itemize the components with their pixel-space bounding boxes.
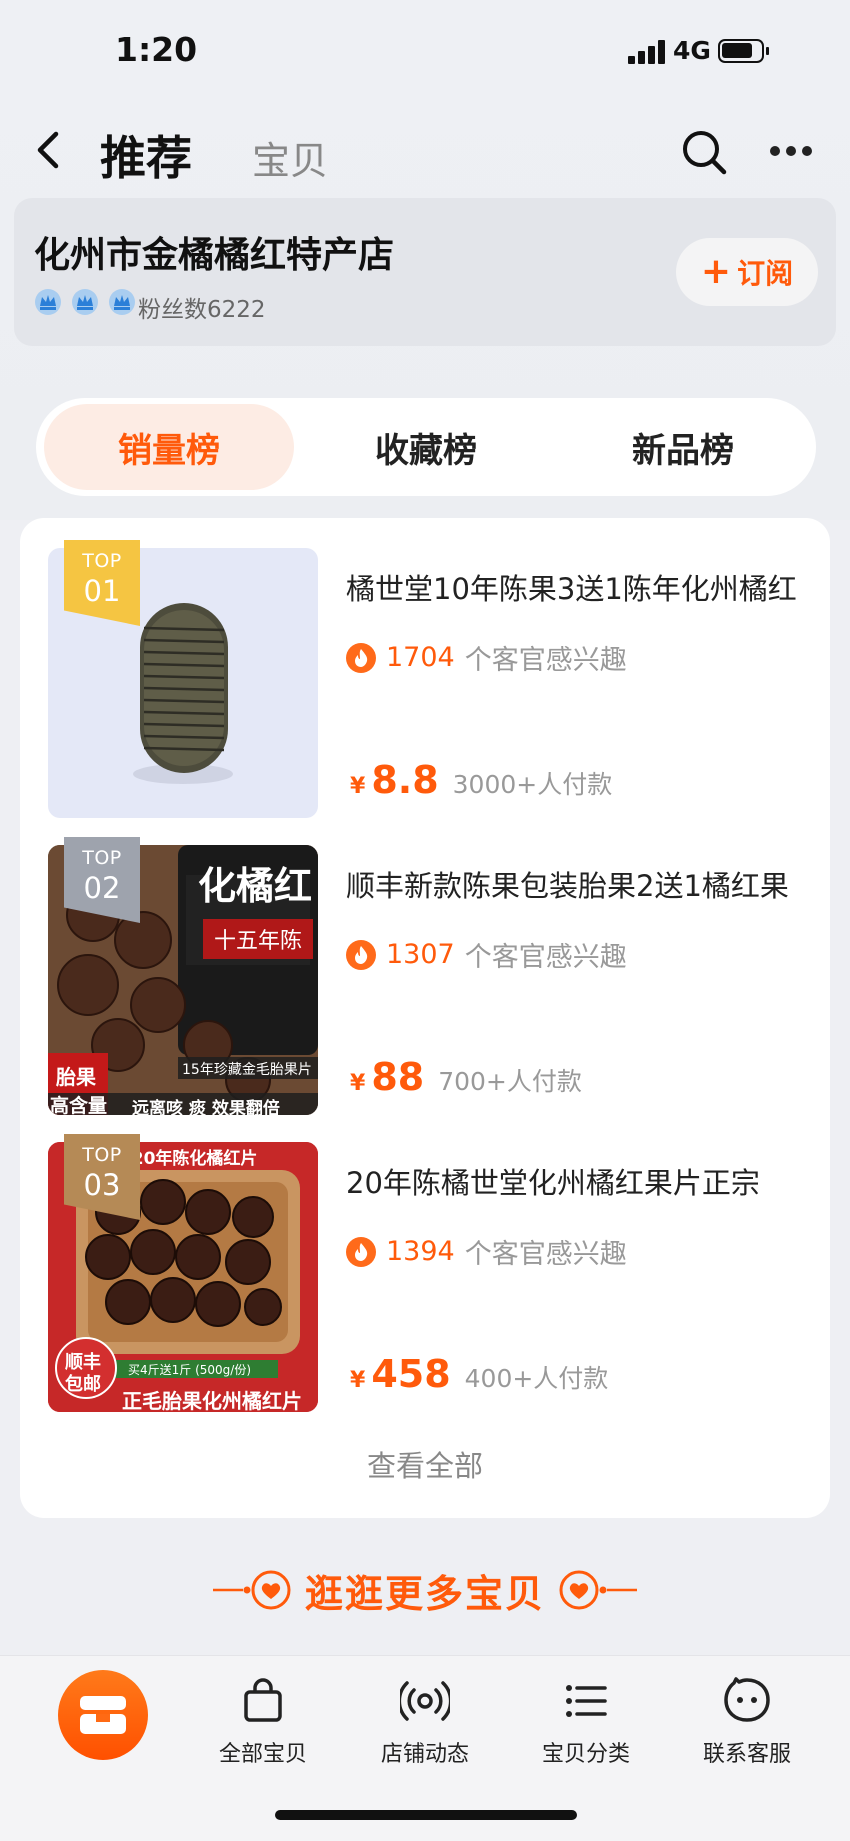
network-label: 4G (673, 36, 711, 65)
list-icon (566, 1685, 607, 1717)
bag-icon (244, 1678, 282, 1722)
currency-symbol: ¥ (350, 774, 366, 799)
price: 88 (371, 1055, 425, 1099)
tab-sales-rank[interactable]: 销量榜 (44, 404, 294, 490)
view-all-link[interactable]: 查看全部 (20, 1443, 830, 1485)
interest-count: 1704 (386, 642, 455, 673)
interest-row: 1307 个客官感兴趣 (346, 935, 627, 974)
item-title[interactable]: 橘世堂10年陈果3送1陈年化州橘红 (346, 566, 800, 608)
crown-icon (72, 289, 99, 315)
paid-count: 3000+人付款 (452, 770, 613, 799)
price: 8.8 (371, 758, 439, 802)
interest-text: 个客官感兴趣 (464, 645, 627, 676)
shop-header: 化州市金橘橘红特产店 粉丝数6222 + 订阅 (14, 198, 836, 346)
signal-icon (628, 40, 668, 64)
shop-fans: 粉丝数6222 (138, 297, 266, 323)
shop-level (34, 288, 140, 318)
status-bar: 1:20 4G (0, 0, 850, 100)
paid-count: 400+人付款 (464, 1364, 609, 1393)
currency-symbol: ¥ (350, 1071, 366, 1096)
tab-all-products[interactable]: 全部宝贝 (188, 1676, 338, 1768)
price-row: ¥ 8.8 3000+人付款 (350, 758, 612, 802)
product-top-overlay: [20年陈化橘红片 (124, 1149, 258, 1169)
chat-face-icon (724, 1677, 770, 1722)
item-title[interactable]: 顺丰新款陈果包装胎果2送1橘红果 (346, 863, 800, 905)
ranking-tabs: 销量榜 收藏榜 新品榜 (36, 398, 816, 496)
ranking-list: TOP 01 橘世堂10年陈果3送1陈年化州橘红 1704 个客官感兴趣 ¥ 8… (20, 518, 830, 1518)
tab-products[interactable]: 宝贝 (252, 130, 328, 185)
badge-top-label: TOP (82, 550, 122, 572)
tab-customer-service[interactable]: 联系客服 (672, 1676, 822, 1768)
badge-rank-number: 01 (83, 574, 121, 608)
crown-icon (109, 289, 136, 315)
product-stamp-overlay: 包邮 (65, 1374, 101, 1395)
currency-symbol: ¥ (350, 1368, 366, 1393)
search-icon[interactable] (680, 128, 730, 178)
badge-rank-number: 03 (83, 1168, 121, 1202)
product-bottom-overlay: 正毛胎果化州橘红片 (122, 1389, 302, 1412)
price: 458 (371, 1352, 451, 1396)
interest-row: 1394 个客官感兴趣 (346, 1232, 627, 1271)
interest-count: 1394 (386, 1236, 455, 1267)
paid-count: 700+人付款 (438, 1067, 582, 1096)
item-title[interactable]: 20年陈橘世堂化州橘红果片正宗 (346, 1160, 800, 1202)
arrow-right-icon (559, 1570, 637, 1610)
list-item[interactable]: [20年陈化橘红片 买4斤送1斤 (500g/份) 正毛胎果化州橘红片 顺丰 包… (48, 1134, 808, 1412)
price-row: ¥ 88 700+人付款 (350, 1055, 582, 1099)
subscribe-button[interactable]: + 订阅 (676, 238, 818, 306)
interest-count: 1307 (386, 939, 455, 970)
shop-name: 化州市金橘橘红特产店 (34, 235, 395, 276)
shop-home-tab[interactable] (58, 1670, 148, 1760)
price-row: ¥ 458 400+人付款 (350, 1352, 608, 1396)
product-ribbon-overlay: 买4斤送1斤 (500g/份) (128, 1363, 252, 1377)
list-item[interactable]: 化橘红 十五年陈 15年珍藏金毛胎果片 胎果 高含量 远离咳 痰 效果翻倍 TO… (48, 837, 808, 1115)
broadcast-icon (400, 1681, 450, 1721)
subscribe-label: 订阅 (737, 257, 794, 290)
interest-text: 个客官感兴趣 (464, 1239, 627, 1270)
product-sub-overlay: 十五年陈 (203, 919, 313, 959)
interest-row: 1704 个客官感兴趣 (346, 638, 627, 677)
badge-top-label: TOP (82, 1144, 122, 1166)
home-indicator (275, 1810, 577, 1820)
tab-categories[interactable]: 宝贝分类 (511, 1676, 661, 1768)
top-nav: 推荐 宝贝 (0, 110, 850, 190)
plus-icon: + (700, 251, 732, 292)
crown-icon (35, 289, 61, 315)
product-slogan-overlay: 远离咳 痰 效果翻倍 (132, 1099, 280, 1115)
list-item[interactable]: TOP 01 橘世堂10年陈果3送1陈年化州橘红 1704 个客官感兴趣 ¥ 8… (48, 540, 808, 818)
tab-label: 宝贝分类 (541, 1742, 630, 1767)
fire-icon (346, 642, 376, 673)
more-products-label: 逛逛更多宝贝 (304, 1571, 545, 1616)
tab-shop-feed[interactable]: 店铺动态 (350, 1676, 500, 1768)
tab-label: 店铺动态 (380, 1742, 469, 1767)
shop-icon (80, 1696, 126, 1734)
battery-icon (718, 39, 769, 63)
back-icon[interactable] (30, 130, 70, 170)
product-strip-overlay: 15年珍藏金毛胎果片 (182, 1062, 312, 1078)
tab-favorites-rank[interactable]: 收藏榜 (301, 404, 551, 490)
product-corner-overlay: 高含量 (50, 1095, 108, 1115)
interest-text: 个客官感兴趣 (464, 942, 627, 973)
more-products-banner[interactable]: 逛逛更多宝贝 (0, 1555, 850, 1625)
tab-label: 全部宝贝 (218, 1742, 307, 1767)
badge-top-label: TOP (82, 847, 122, 869)
tab-recommend[interactable]: 推荐 (100, 122, 192, 188)
status-time: 1:20 (115, 30, 198, 69)
arrow-left-icon (212, 1570, 291, 1610)
tab-new-rank[interactable]: 新品榜 (558, 404, 808, 490)
fire-icon (346, 939, 376, 970)
badge-rank-number: 02 (83, 871, 121, 905)
fire-icon (346, 1236, 376, 1267)
product-corner-overlay: 胎果 (56, 1065, 96, 1089)
tab-label: 联系客服 (702, 1742, 791, 1767)
more-icon[interactable] (770, 146, 816, 160)
product-name-overlay: 化橘红 (198, 863, 313, 908)
